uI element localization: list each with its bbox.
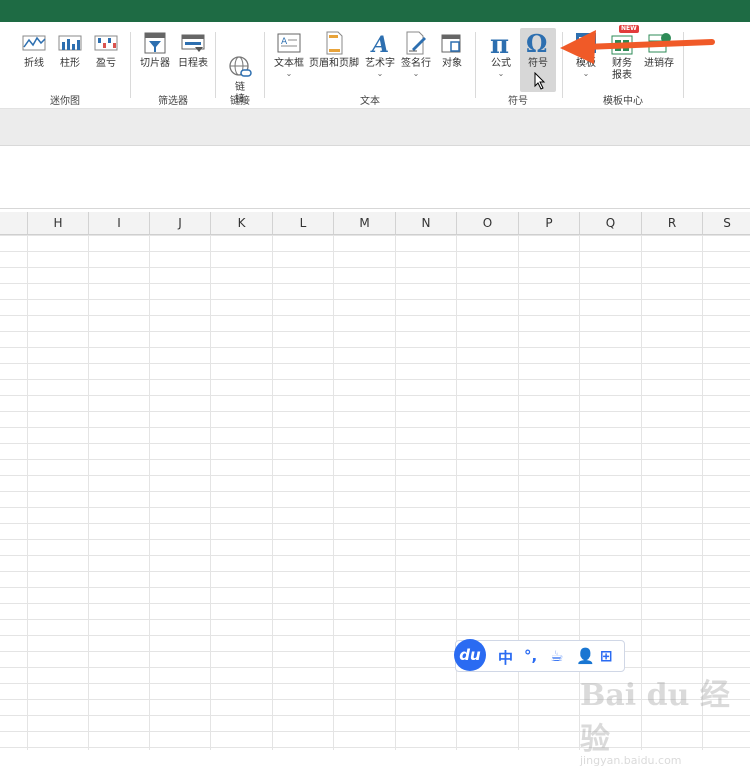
column-header[interactable]: O	[456, 212, 518, 234]
ime-language-toggle[interactable]: 中	[498, 647, 513, 668]
baidu-watermark: Bai du 经验 jingyan.baidu.com	[580, 670, 730, 767]
sheet-top-area	[0, 146, 750, 209]
grid-column-line	[88, 235, 89, 750]
column-header[interactable]: M	[333, 212, 395, 234]
column-header[interactable]: L	[272, 212, 333, 234]
grid-column-line	[149, 235, 150, 750]
column-header-row: H I J K L M N O P Q R S	[0, 212, 750, 235]
grid-column-line	[518, 235, 519, 750]
annotation-arrow	[560, 30, 715, 64]
grid-column-line	[272, 235, 273, 750]
column-header[interactable]: N	[395, 212, 456, 234]
column-header[interactable]: H	[27, 212, 88, 234]
ime-account-icon[interactable]: 👤	[576, 647, 595, 665]
grid-column-line	[333, 235, 334, 750]
ime-skin-icon[interactable]: ☕	[550, 647, 563, 665]
watermark-url: jingyan.baidu.com	[580, 754, 682, 767]
grid-column-line	[395, 235, 396, 750]
ime-menu-icon[interactable]: ⊞	[600, 647, 613, 665]
ime-logo[interactable]: du	[454, 639, 486, 671]
column-header[interactable]: S	[702, 212, 750, 234]
column-header[interactable]: P	[518, 212, 579, 234]
column-header[interactable]: J	[149, 212, 210, 234]
column-header[interactable]: K	[210, 212, 272, 234]
ime-toolbar: du 中 °, ☕ 👤 ⊞	[454, 639, 625, 672]
column-header[interactable]: R	[641, 212, 702, 234]
watermark-brand: Bai du 经验	[580, 678, 730, 757]
grid-column-line	[27, 235, 28, 750]
grid-column-line	[456, 235, 457, 750]
grid-column-line	[210, 235, 211, 750]
ime-punctuation-toggle[interactable]: °,	[524, 647, 537, 665]
column-header[interactable]: I	[88, 212, 149, 234]
column-header[interactable]: Q	[579, 212, 641, 234]
